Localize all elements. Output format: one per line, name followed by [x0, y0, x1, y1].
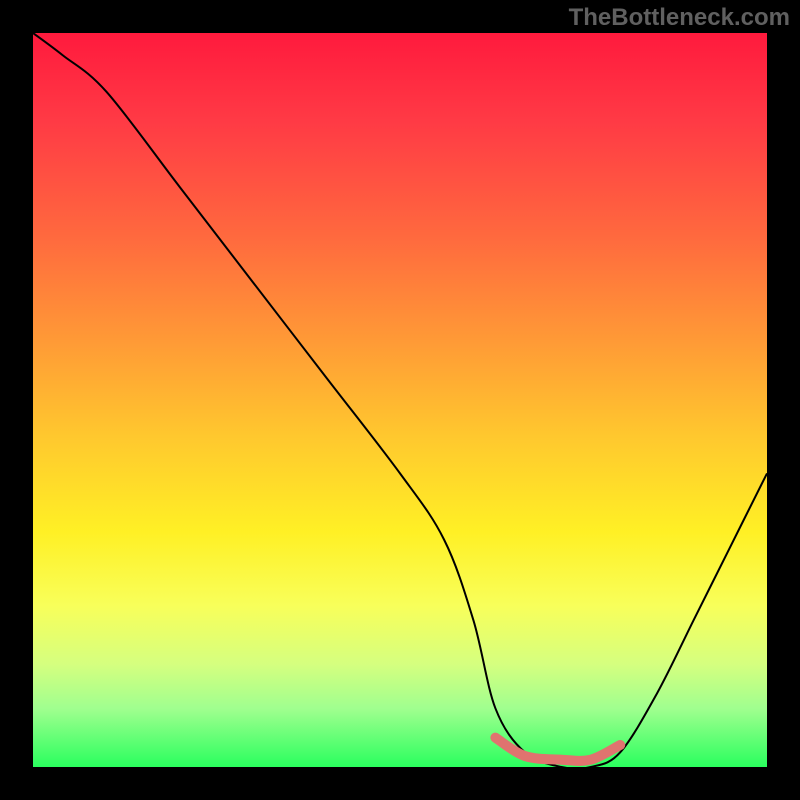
plot-area	[33, 33, 767, 767]
chart-svg	[33, 33, 767, 767]
watermark-text: TheBottleneck.com	[569, 4, 790, 32]
main-curve	[33, 33, 767, 767]
